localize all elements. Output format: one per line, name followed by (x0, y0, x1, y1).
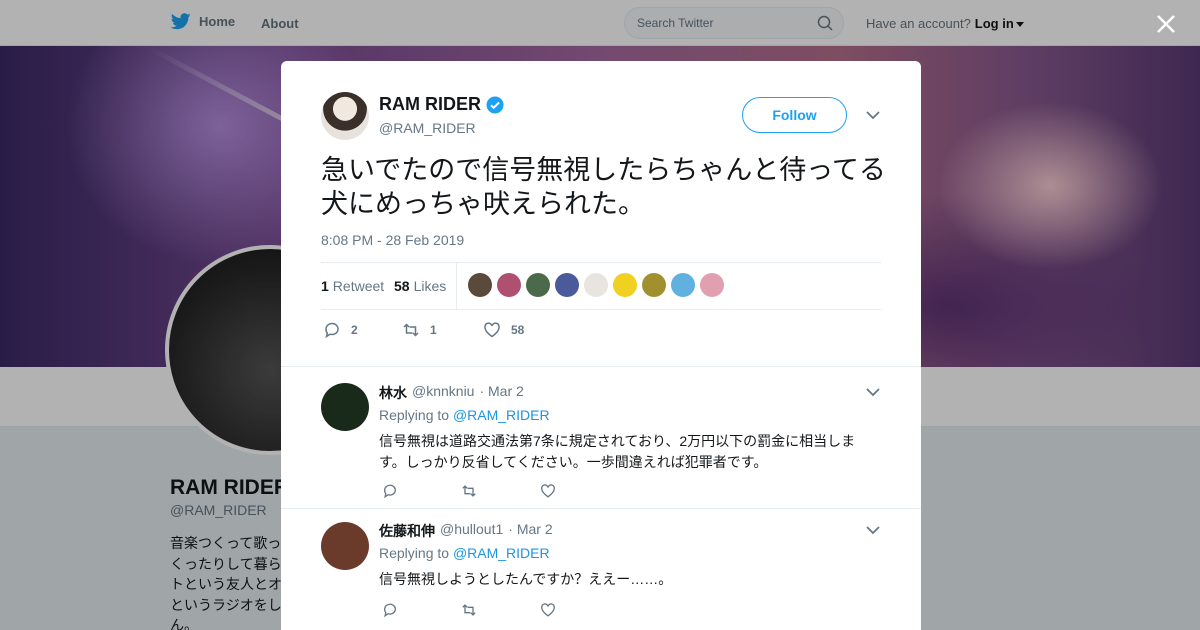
tweet-text: 急いでたので信号無視したらちゃんと待ってる犬にめっちゃ吠えられた。 (321, 155, 886, 219)
reply-text: 信号無視は道路交通法第7条に規定されており、2万円以下の罰金に相当します。しっか… (379, 433, 856, 470)
liker-avatar[interactable] (497, 273, 521, 297)
retweet-stat[interactable]: 1 Retweet (321, 278, 384, 294)
liker-avatar[interactable] (584, 273, 608, 297)
reply-header: 佐藤和伸 @hullout1 · Mar 2 (379, 521, 553, 541)
heart-icon[interactable] (540, 483, 556, 499)
liker-avatar[interactable] (700, 273, 724, 297)
reply-icon[interactable] (382, 483, 398, 499)
heart-icon (484, 322, 500, 338)
reply-avatar[interactable] (321, 522, 369, 570)
tweet-actions: 2 1 58 (321, 321, 621, 341)
liker-avatar[interactable] (526, 273, 550, 297)
reply-actions (382, 602, 556, 618)
liker-avatar[interactable] (613, 273, 637, 297)
author-name[interactable]: RAM RIDER (379, 94, 504, 115)
reply-tweet[interactable]: 林水 @knnkniu · Mar 2 Replying to @RAM_RID… (281, 366, 921, 509)
liker-avatar[interactable] (468, 273, 492, 297)
replying-to: Replying to @RAM_RIDER (379, 545, 550, 561)
reply-action[interactable]: 2 (323, 321, 358, 339)
liker-avatar[interactable] (671, 273, 695, 297)
tweet-stats: 1 Retweet 58 Likes (321, 262, 881, 310)
like-action[interactable]: 58 (483, 321, 524, 339)
reply-icon[interactable] (382, 602, 398, 618)
reply-author-name[interactable]: 林水 (379, 383, 407, 403)
author-handle[interactable]: @RAM_RIDER (379, 120, 476, 136)
reply-author-handle[interactable]: @knnkniu (412, 383, 474, 403)
liker-avatar[interactable] (555, 273, 579, 297)
retweet-icon[interactable] (460, 602, 478, 618)
stats-divider (456, 263, 457, 310)
retweet-icon (403, 323, 419, 337)
reply-actions (382, 483, 556, 499)
reply-icon (325, 322, 339, 339)
verified-badge-icon (486, 96, 504, 113)
reply-author-handle[interactable]: @hullout1 (440, 521, 503, 541)
reply-author-name[interactable]: 佐藤和伸 (379, 521, 435, 541)
follow-button[interactable]: Follow (742, 97, 847, 133)
retweet-action[interactable]: 1 (402, 321, 437, 339)
reply-header: 林水 @knnkniu · Mar 2 (379, 383, 524, 403)
likes-stat[interactable]: 58 Likes (394, 278, 446, 294)
liker-avatar[interactable] (642, 273, 666, 297)
reply-text: 信号無視しようとしたんですか？ええー……。 (379, 571, 673, 587)
tweet-permalink-modal: RAM RIDER @RAM_RIDER Follow 急いでたので信号無視した… (281, 61, 921, 630)
reply-tweet[interactable]: 佐藤和伸 @hullout1 · Mar 2 Replying to @RAM_… (281, 508, 921, 630)
likers-avatars (468, 273, 724, 297)
author-avatar[interactable] (321, 92, 369, 140)
chevron-down-icon[interactable] (866, 110, 880, 120)
chevron-down-icon[interactable] (866, 525, 880, 535)
replying-to-link[interactable]: @RAM_RIDER (453, 545, 550, 561)
replying-to-link[interactable]: @RAM_RIDER (453, 407, 550, 423)
tweet-timestamp[interactable]: 8:08 PM - 28 Feb 2019 (321, 232, 464, 248)
replying-to: Replying to @RAM_RIDER (379, 407, 550, 423)
close-icon[interactable] (1155, 13, 1177, 35)
reply-avatar[interactable] (321, 383, 369, 431)
reply-date[interactable]: · Mar 2 (479, 383, 523, 403)
reply-date[interactable]: · Mar 2 (508, 521, 552, 541)
heart-icon[interactable] (540, 602, 556, 618)
retweet-icon[interactable] (460, 483, 478, 499)
chevron-down-icon[interactable] (866, 387, 880, 397)
